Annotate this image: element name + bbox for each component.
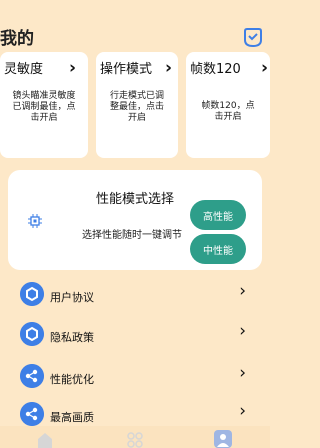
card-title: 操作模式 [100, 62, 153, 77]
card-sensitivity[interactable]: 灵敏度 › 镜头瞄准灵敏度已调制最佳，点击开启 [0, 52, 88, 158]
page-title: 我的 [0, 29, 34, 49]
bottom-tab-bar [0, 426, 270, 448]
chevron-right-icon: › [239, 363, 246, 383]
home-icon[interactable] [36, 430, 54, 448]
menu-item-label: 用户协议 [50, 291, 94, 304]
performance-mode-panel: 性能模式选择 选择性能随时一键调节 高性能 中性能 [8, 170, 262, 270]
menu-item-user-agreement[interactable]: 用户协议 › [16, 280, 262, 314]
chevron-right-icon: › [239, 321, 246, 341]
perf-subtitle: 选择性能随时一键调节 [82, 230, 182, 241]
menu-item-performance-optimization[interactable]: 性能优化 › [16, 362, 262, 396]
card-operation-mode[interactable]: 操作模式 › 行走模式已调整最佳，点击开启 [96, 52, 178, 158]
menu-item-label: 性能优化 [50, 373, 94, 386]
high-performance-button[interactable]: 高性能 [190, 200, 246, 230]
feature-cards: 灵敏度 › 镜头瞄准灵敏度已调制最佳，点击开启 操作模式 › 行走模式已调整最佳… [0, 52, 270, 158]
menu-item-label: 隐私政策 [50, 331, 94, 344]
chevron-right-icon: › [239, 281, 246, 301]
share-nodes-icon [20, 402, 44, 426]
chip-icon [28, 214, 42, 228]
chevron-right-icon: › [260, 58, 268, 78]
chevron-right-icon: › [68, 58, 76, 78]
user-icon[interactable] [214, 430, 232, 448]
hexagon-icon [20, 282, 44, 306]
card-fps[interactable]: 帧数120 › 帧数120，点击开启 [186, 52, 270, 158]
hexagon-icon [20, 322, 44, 346]
chevron-right-icon: › [164, 58, 172, 78]
header: 我的 [0, 0, 270, 49]
card-desc: 行走模式已调整最佳，点击开启 [109, 91, 164, 123]
chevron-right-icon: › [239, 401, 246, 421]
menu-item-privacy-policy[interactable]: 隐私政策 › [16, 320, 262, 354]
card-desc: 镜头瞄准灵敏度已调制最佳，点击开启 [12, 91, 76, 123]
grid-icon[interactable] [126, 430, 144, 448]
card-title: 帧数120 [190, 62, 241, 77]
medium-performance-button[interactable]: 中性能 [190, 234, 246, 264]
check-badge-icon[interactable] [242, 26, 264, 48]
card-desc: 帧数120，点击开启 [201, 101, 255, 122]
menu-item-label: 最高画质 [50, 411, 94, 424]
share-nodes-icon [20, 364, 44, 388]
